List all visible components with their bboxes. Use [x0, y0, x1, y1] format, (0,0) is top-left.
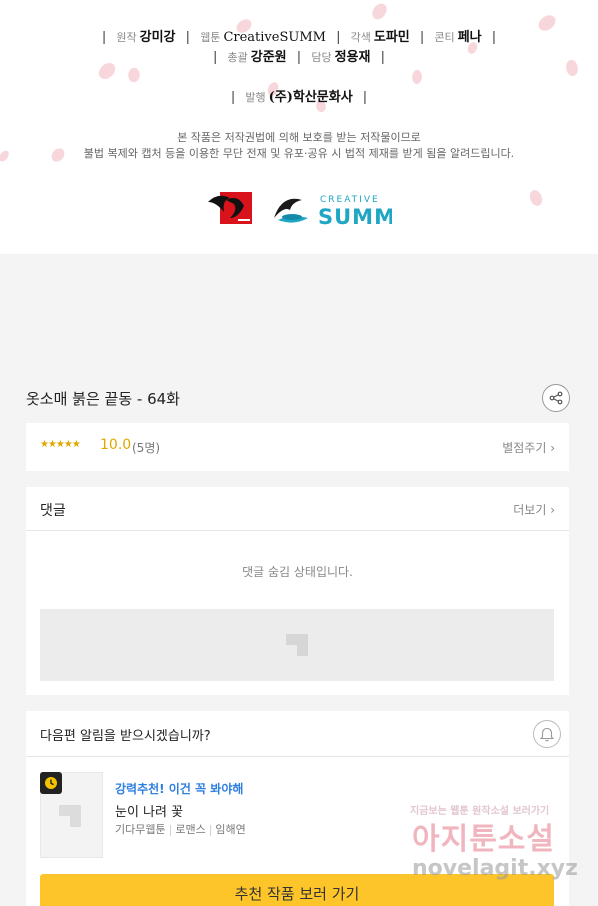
- credit-name: (주)학산문화사: [268, 90, 353, 105]
- watermark-brand: 아지툰소설: [412, 822, 555, 857]
- comments-more-link[interactable]: 더보기 ›: [513, 501, 555, 518]
- credit-role: 발행: [245, 91, 266, 104]
- petal-decoration: [370, 1, 389, 22]
- meta-category: 기다무웹툰: [115, 823, 166, 836]
- svg-text:SUMM: SUMM: [318, 205, 392, 228]
- petal-decoration: [125, 66, 143, 84]
- credits-row-1: | 원작 강미강 | 웹툰 CreativeSUMM | 각색 도파민 | 콘티 페나 …: [101, 30, 497, 45]
- rating-count: (5명): [132, 441, 161, 455]
- notify-header: 다음편 알림을 받으시겠습니까?: [26, 711, 569, 757]
- episode-title: 옷소매 붉은 끝동 - 64화: [26, 390, 180, 408]
- bell-icon: [540, 727, 554, 741]
- petal-decoration: [526, 188, 546, 208]
- petal-decoration: [410, 69, 424, 85]
- credits-panel: | 원작 강미강 | 웹툰 CreativeSUMM | 각색 도파민 | 콘티 페나 …: [0, 0, 598, 254]
- credit-name: 정용재: [334, 50, 371, 65]
- comments-header: 댓글 더보기 ›: [26, 487, 569, 531]
- credits-row-2: | 총괄 강준원 | 담당 정용재 |: [212, 50, 385, 65]
- credit-name: CreativeSUMM: [223, 30, 326, 45]
- clock-icon: [45, 777, 57, 789]
- image-placeholder-icon: [286, 634, 308, 656]
- recommended-title[interactable]: 눈이 나려 꽃: [115, 801, 183, 820]
- credit-role: 웹툰: [200, 31, 221, 44]
- viewer-page: | 원작 강미강 | 웹툰 CreativeSUMM | 각색 도파민 | 콘티 페나 …: [0, 0, 598, 906]
- comments-card: 댓글 더보기 › 댓글 숨김 상태입니다.: [26, 487, 569, 695]
- publisher-logo: [208, 192, 252, 224]
- wait-free-badge: [40, 772, 62, 794]
- meta-genre: 로맨스: [175, 823, 206, 836]
- notify-bell-button[interactable]: [533, 720, 561, 748]
- watermark-url: novelagit.xyz: [412, 856, 578, 881]
- credit-role: 콘티: [434, 31, 455, 44]
- svg-text:CREATIVE: CREATIVE: [320, 195, 380, 205]
- share-icon: [549, 391, 563, 405]
- credits-row-publisher: | 발행 (주)학산문화사 |: [230, 90, 368, 105]
- image-placeholder-icon: [59, 805, 81, 827]
- copyright-notice-line2: 불법 복제와 캡처 등을 이용한 무단 전재 및 유포·공유 시 법적 제재를 …: [83, 147, 515, 160]
- credit-name: 페나: [457, 30, 482, 45]
- ad-placeholder[interactable]: [40, 609, 554, 681]
- comments-title: 댓글: [40, 503, 66, 519]
- rate-button[interactable]: 별점주기 ›: [502, 439, 555, 456]
- credit-role: 담당: [311, 51, 332, 64]
- recommend-label: 강력추천! 이건 꼭 봐야해: [115, 782, 244, 796]
- share-button[interactable]: [542, 384, 570, 412]
- notify-question: 다음편 알림을 받으시겠습니까?: [40, 729, 211, 744]
- copyright-notice-line1: 본 작품은 저작권법에 의해 보호를 받는 저작물이므로: [177, 131, 421, 144]
- rating-card: ★★★★★ 10.0 (5명) 별점주기 ›: [26, 423, 569, 471]
- creative-summ-logo: CREATIVE SUMM: [274, 195, 392, 228]
- credit-name: 강미강: [139, 30, 176, 45]
- credit-name: 강준원: [250, 50, 287, 65]
- rating-score: 10.0: [100, 437, 132, 453]
- recommended-meta: 기다무웹툰 | 로맨스 | 임해연: [115, 823, 246, 836]
- site-watermark: 지금보는 웹툰 원작소설 보러가기 아지툰소설 novelagit.xyz: [410, 800, 590, 890]
- meta-author: 임해연: [215, 823, 246, 836]
- comments-hidden-message: 댓글 숨김 상태입니다.: [242, 565, 353, 579]
- credit-role: 원작: [116, 31, 137, 44]
- credit-name: 도파민: [373, 30, 410, 45]
- rating-stars: ★★★★★: [40, 439, 81, 450]
- credit-role: 각색: [350, 31, 371, 44]
- credit-role: 총괄: [227, 51, 248, 64]
